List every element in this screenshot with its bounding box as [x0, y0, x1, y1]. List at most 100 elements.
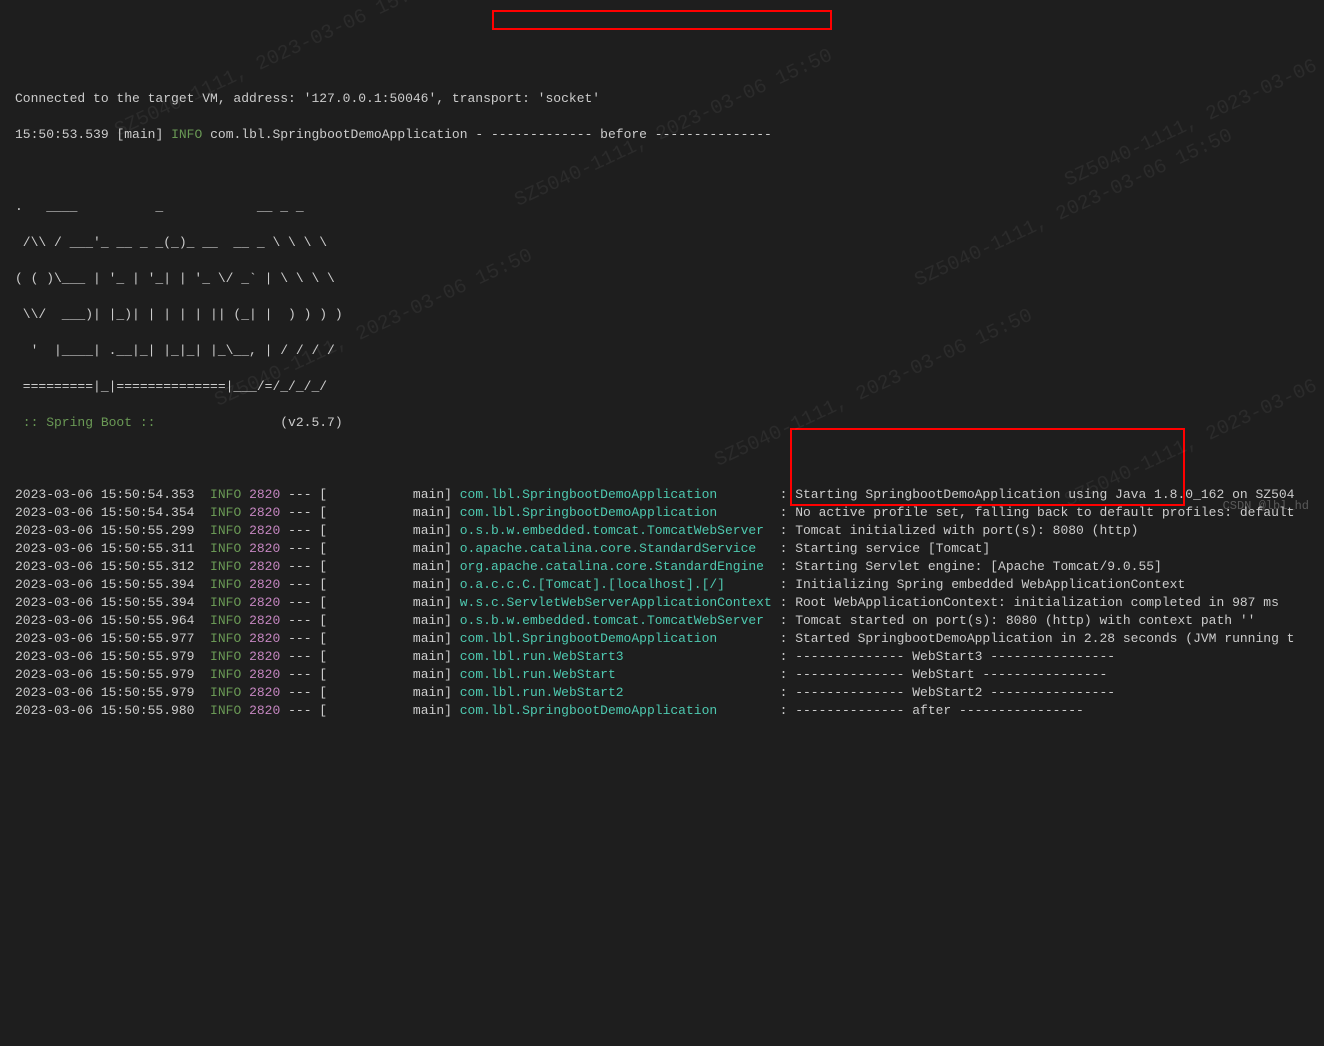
log-logger: com.lbl.run.WebStart: [460, 667, 772, 682]
log-separator: --- [ main]: [280, 487, 459, 502]
log-colon: :: [772, 631, 795, 646]
log-timestamp: 2023-03-06 15:50:55.299: [15, 523, 194, 538]
log-colon: :: [772, 487, 795, 502]
log-level: INFO: [210, 685, 241, 700]
log-logger: org.apache.catalina.core.StandardEngine: [460, 559, 772, 574]
log-logger: com.lbl.run.WebStart2: [460, 685, 772, 700]
log-separator: --- [ main]: [280, 703, 459, 718]
log-row: 2023-03-06 15:50:54.354 INFO 2820 --- [ …: [15, 504, 1309, 522]
log-separator: --- [ main]: [280, 667, 459, 682]
console-output: Connected to the target VM, address: '12…: [0, 72, 1324, 738]
spring-boot-line: :: Spring Boot :: (v2.5.7): [15, 414, 1309, 432]
header-line-2: 15:50:53.539 [main] INFO com.lbl.Springb…: [15, 126, 1309, 144]
log-level: INFO: [210, 559, 241, 574]
log-pid: 2820: [249, 595, 280, 610]
log-separator: --- [ main]: [280, 595, 459, 610]
log-timestamp: 2023-03-06 15:50:55.312: [15, 559, 194, 574]
header-thread: [main]: [116, 127, 163, 142]
log-pid: 2820: [249, 649, 280, 664]
log-row: 2023-03-06 15:50:55.394 INFO 2820 --- [ …: [15, 576, 1309, 594]
log-logger: com.lbl.run.WebStart3: [460, 649, 772, 664]
log-row: 2023-03-06 15:50:55.394 INFO 2820 --- [ …: [15, 594, 1309, 612]
ascii-art-line: ( ( )\___ | '_ | '_| | '_ \/ _` | \ \ \ …: [15, 270, 1309, 288]
log-logger: o.s.b.w.embedded.tomcat.TomcatWebServer: [460, 613, 772, 628]
log-level: INFO: [210, 505, 241, 520]
log-separator: --- [ main]: [280, 505, 459, 520]
ascii-art-line: \\/ ___)| |_)| | | | | || (_| | ) ) ) ): [15, 306, 1309, 324]
log-row: 2023-03-06 15:50:54.353 INFO 2820 --- [ …: [15, 486, 1309, 504]
log-message: Root WebApplicationContext: initializati…: [795, 595, 1279, 610]
csdn-watermark: CSDN @lbl_hd: [1223, 497, 1309, 515]
log-timestamp: 2023-03-06 15:50:55.394: [15, 595, 194, 610]
header-logger: com.lbl.SpringbootDemoApplication: [210, 127, 467, 142]
log-message: Tomcat initialized with port(s): 8080 (h…: [795, 523, 1138, 538]
log-message: Started SpringbootDemoApplication in 2.2…: [795, 631, 1294, 646]
log-colon: :: [772, 595, 795, 610]
log-message: -------------- WebStart2 ---------------…: [795, 685, 1115, 700]
log-level: INFO: [210, 595, 241, 610]
spring-boot-label: :: Spring Boot ::: [15, 415, 163, 430]
log-pid: 2820: [249, 631, 280, 646]
log-timestamp: 2023-03-06 15:50:55.979: [15, 649, 194, 664]
log-timestamp: 2023-03-06 15:50:54.353: [15, 487, 194, 502]
log-separator: --- [ main]: [280, 685, 459, 700]
log-colon: :: [772, 667, 795, 682]
log-message: -------------- WebStart ----------------: [795, 667, 1107, 682]
log-message: -------------- WebStart3 ---------------…: [795, 649, 1115, 664]
log-colon: :: [772, 613, 795, 628]
log-logger: o.apache.catalina.core.StandardService: [460, 541, 772, 556]
log-message: No active profile set, falling back to d…: [795, 505, 1294, 520]
log-pid: 2820: [249, 613, 280, 628]
ascii-art-line: . ____ _ __ _ _: [15, 198, 1309, 216]
log-colon: :: [772, 505, 795, 520]
log-colon: :: [772, 649, 795, 664]
log-row: 2023-03-06 15:50:55.299 INFO 2820 --- [ …: [15, 522, 1309, 540]
log-timestamp: 2023-03-06 15:50:54.354: [15, 505, 194, 520]
log-pid: 2820: [249, 667, 280, 682]
log-colon: :: [772, 685, 795, 700]
log-level: INFO: [210, 487, 241, 502]
log-separator: --- [ main]: [280, 541, 459, 556]
log-separator: --- [ main]: [280, 649, 459, 664]
log-row: 2023-03-06 15:50:55.312 INFO 2820 --- [ …: [15, 558, 1309, 576]
blank-line: [15, 450, 1309, 468]
log-row: 2023-03-06 15:50:55.311 INFO 2820 --- [ …: [15, 540, 1309, 558]
log-level: INFO: [210, 613, 241, 628]
log-message: Initializing Spring embedded WebApplicat…: [795, 577, 1185, 592]
ascii-art-line: ' |____| .__|_| |_|_| |_\__, | / / / /: [15, 342, 1309, 360]
log-pid: 2820: [249, 487, 280, 502]
log-timestamp: 2023-03-06 15:50:55.311: [15, 541, 194, 556]
log-colon: :: [772, 577, 795, 592]
header-msg: - ------------- before ---------------: [475, 127, 771, 142]
log-level: INFO: [210, 667, 241, 682]
log-level: INFO: [210, 577, 241, 592]
log-row: 2023-03-06 15:50:55.979 INFO 2820 --- [ …: [15, 648, 1309, 666]
log-pid: 2820: [249, 577, 280, 592]
header-ts: 15:50:53.539: [15, 127, 109, 142]
log-pid: 2820: [249, 523, 280, 538]
log-separator: --- [ main]: [280, 631, 459, 646]
ascii-art-line: =========|_|==============|___/=/_/_/_/: [15, 378, 1309, 396]
log-colon: :: [772, 523, 795, 538]
log-separator: --- [ main]: [280, 577, 459, 592]
log-message: -------------- after ----------------: [795, 703, 1084, 718]
log-pid: 2820: [249, 559, 280, 574]
log-logger: w.s.c.ServletWebServerApplicationContext: [460, 595, 772, 610]
log-separator: --- [ main]: [280, 613, 459, 628]
header-level: INFO: [171, 127, 202, 142]
log-message: Starting service [Tomcat]: [795, 541, 990, 556]
log-logger: com.lbl.SpringbootDemoApplication: [460, 703, 772, 718]
log-pid: 2820: [249, 685, 280, 700]
header-line-1: Connected to the target VM, address: '12…: [15, 90, 1309, 108]
log-message: Tomcat started on port(s): 8080 (http) w…: [795, 613, 1255, 628]
blank-line: [15, 162, 1309, 180]
log-logger: o.s.b.w.embedded.tomcat.TomcatWebServer: [460, 523, 772, 538]
log-row: 2023-03-06 15:50:55.977 INFO 2820 --- [ …: [15, 630, 1309, 648]
log-level: INFO: [210, 523, 241, 538]
log-row: 2023-03-06 15:50:55.979 INFO 2820 --- [ …: [15, 666, 1309, 684]
log-timestamp: 2023-03-06 15:50:55.394: [15, 577, 194, 592]
log-message: Starting Servlet engine: [Apache Tomcat/…: [795, 559, 1162, 574]
log-timestamp: 2023-03-06 15:50:55.977: [15, 631, 194, 646]
log-timestamp: 2023-03-06 15:50:55.979: [15, 667, 194, 682]
log-timestamp: 2023-03-06 15:50:55.979: [15, 685, 194, 700]
